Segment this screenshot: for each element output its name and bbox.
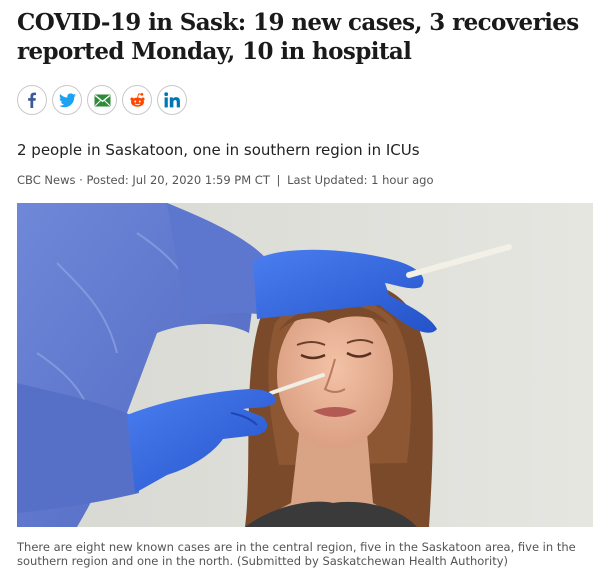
- article-photo: [17, 203, 593, 527]
- share-bar: [17, 85, 593, 115]
- byline-divider: |: [276, 173, 281, 187]
- swab-test-photo: [17, 203, 593, 527]
- article-byline: CBC News · Posted: Jul 20, 2020 1:59 PM …: [17, 172, 593, 188]
- share-facebook-button[interactable]: [17, 85, 47, 115]
- share-linkedin-button[interactable]: [157, 85, 187, 115]
- twitter-icon: [58, 92, 76, 107]
- article-subheadline: 2 people in Saskatoon, one in southern r…: [17, 141, 420, 159]
- share-reddit-button[interactable]: [122, 85, 152, 115]
- photo-caption: There are eight new known cases are in t…: [17, 540, 576, 568]
- facebook-icon: [28, 92, 36, 108]
- share-email-button[interactable]: [87, 85, 117, 115]
- linkedin-icon: [164, 92, 180, 108]
- article: COVID-19 in Sask: 19 new cases, 3 recove…: [17, 8, 593, 188]
- byline-source: CBC News: [17, 173, 76, 187]
- email-icon: [94, 94, 110, 106]
- reddit-icon: [129, 93, 145, 107]
- article-headline: COVID-19 in Sask: 19 new cases, 3 recove…: [17, 9, 579, 65]
- byline-updated: Last Updated: 1 hour ago: [287, 173, 434, 187]
- byline-dot: ·: [79, 173, 83, 187]
- share-twitter-button[interactable]: [52, 85, 82, 115]
- byline-posted: Posted: Jul 20, 2020 1:59 PM CT: [86, 173, 270, 187]
